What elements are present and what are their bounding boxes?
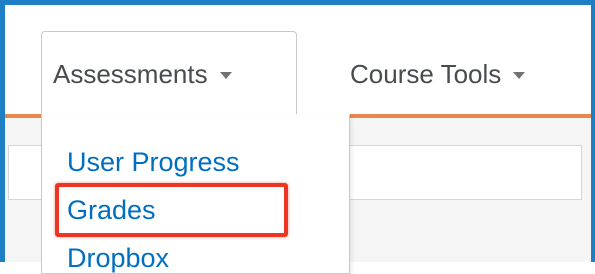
grades-highlight-box (55, 183, 288, 237)
tab-course-tools-label: Course Tools (350, 59, 502, 89)
tab-course-tools[interactable]: Course Tools (350, 59, 526, 89)
chevron-down-icon (219, 72, 232, 79)
chevron-down-icon (513, 72, 526, 79)
menu-item-dropbox[interactable]: Dropbox (67, 243, 169, 273)
tab-assessments-label: Assessments (53, 59, 208, 89)
menu-item-user-progress[interactable]: User Progress (67, 147, 240, 177)
tab-assessments[interactable]: Assessments (53, 59, 232, 89)
